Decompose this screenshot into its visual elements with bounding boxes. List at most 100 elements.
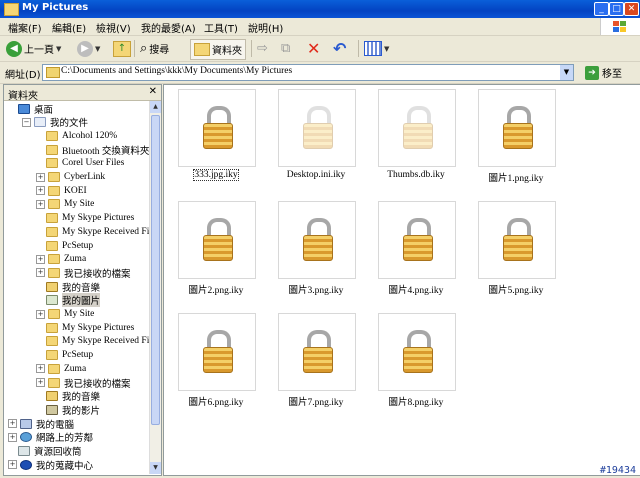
file-item[interactable]: 圖片2.png.iky bbox=[164, 201, 256, 301]
close-panel-icon[interactable]: ✕ bbox=[149, 86, 157, 97]
tree-item[interactable]: + Zuma bbox=[36, 362, 86, 375]
tree-item[interactable]: Alcohol 120% bbox=[36, 129, 117, 142]
views-button[interactable]: ▼ bbox=[364, 39, 389, 58]
views-icon bbox=[364, 41, 382, 56]
maximize-button[interactable]: □ bbox=[609, 2, 624, 16]
tree-item[interactable]: + KOEI bbox=[36, 184, 87, 197]
tree-item[interactable]: + CyberLink bbox=[36, 171, 105, 184]
collapse-icon[interactable]: − bbox=[22, 117, 31, 127]
tree-item[interactable]: Bluetooth 交換資料夾 bbox=[36, 143, 150, 157]
tree-item[interactable]: PcSetup bbox=[36, 239, 93, 252]
tree-item[interactable]: + 我的蒐藏中心 bbox=[8, 458, 94, 472]
tree-item[interactable]: 我的音樂 bbox=[36, 390, 100, 403]
menu-tools[interactable]: 工具(T) bbox=[204, 20, 238, 35]
file-item[interactable]: 圖片7.png.iky bbox=[264, 313, 356, 413]
move-to-button[interactable]: ⇨ bbox=[257, 39, 268, 58]
tree-item[interactable]: + 我的電腦 bbox=[8, 417, 74, 431]
forward-button[interactable]: ▶ ▼ bbox=[77, 39, 100, 58]
file-item[interactable]: 圖片6.png.iky bbox=[164, 313, 256, 413]
go-button[interactable]: ➔ 移至 bbox=[585, 65, 622, 80]
expand-icon[interactable]: + bbox=[36, 268, 45, 278]
expand-icon[interactable]: + bbox=[8, 460, 17, 470]
delete-button[interactable]: ✕ bbox=[307, 39, 320, 58]
copy-to-button[interactable]: ⧉ bbox=[281, 39, 290, 58]
file-item[interactable]: 圖片8.png.iky bbox=[364, 313, 456, 413]
file-item[interactable]: 圖片1.png.iky bbox=[464, 89, 556, 189]
file-item[interactable]: Thumbs.db.iky bbox=[364, 89, 456, 189]
tree-item[interactable]: 資源回收筒 bbox=[8, 445, 82, 458]
tree-item-label: Bluetooth 交換資料夾 bbox=[62, 146, 150, 157]
tree-item[interactable]: Corel User Files bbox=[36, 157, 124, 170]
expand-icon[interactable]: + bbox=[8, 419, 17, 429]
tree-item[interactable]: 我的圖片 bbox=[36, 293, 101, 308]
folders-button[interactable]: 資料夾 bbox=[190, 39, 246, 60]
folder-icon bbox=[48, 267, 60, 278]
file-item[interactable]: Desktop.ini.iky bbox=[264, 89, 356, 189]
up-folder-button[interactable]: ↑ bbox=[113, 39, 131, 58]
move-to-icon: ⇨ bbox=[257, 41, 268, 56]
expand-icon[interactable]: + bbox=[36, 309, 45, 319]
address-input[interactable]: C:\Documents and Settings\kkk\My Documen… bbox=[42, 64, 574, 81]
file-thumbnail bbox=[278, 201, 356, 279]
expand-icon[interactable]: + bbox=[8, 432, 17, 442]
tree-item[interactable]: + My Site bbox=[36, 198, 94, 211]
file-thumbnail bbox=[278, 313, 356, 391]
tree-scrollbar[interactable]: ▲ ▼ bbox=[149, 101, 161, 474]
tree-item[interactable]: + 我已接收的檔案 bbox=[36, 266, 131, 280]
menu-file[interactable]: 檔案(F) bbox=[8, 20, 42, 35]
tree-item[interactable]: 我的影片 bbox=[36, 403, 100, 417]
expand-icon[interactable]: + bbox=[36, 378, 45, 387]
tree-item[interactable]: My Skype Received Files bbox=[36, 225, 160, 238]
expand-icon[interactable]: + bbox=[36, 172, 45, 182]
tree-item-label: My Skype Received Files bbox=[62, 226, 160, 237]
padlock-icon bbox=[203, 106, 233, 150]
tree-item[interactable]: + 我已接收的檔案 bbox=[36, 376, 131, 390]
padlock-icon bbox=[403, 218, 433, 262]
tree-item[interactable]: My Skype Received Files bbox=[36, 335, 160, 348]
file-item[interactable]: 圖片4.png.iky bbox=[364, 201, 456, 301]
scroll-thumb[interactable] bbox=[151, 115, 160, 425]
menu-favorites[interactable]: 我的最愛(A) bbox=[141, 20, 196, 35]
back-button[interactable]: ◀ 上一頁 ▼ bbox=[6, 39, 61, 58]
folder-icon bbox=[46, 336, 58, 347]
menu-view[interactable]: 檢視(V) bbox=[96, 20, 131, 35]
expand-icon[interactable]: + bbox=[36, 364, 45, 374]
expand-icon[interactable]: + bbox=[36, 186, 45, 196]
tree-item[interactable]: − 我的文件 bbox=[22, 116, 88, 129]
pc-icon bbox=[20, 418, 32, 429]
tree-item[interactable]: PcSetup bbox=[36, 349, 93, 362]
menu-help[interactable]: 說明(H) bbox=[248, 20, 283, 35]
tree-item[interactable]: My Skype Pictures bbox=[36, 321, 134, 334]
expand-icon[interactable]: + bbox=[36, 199, 45, 209]
file-item[interactable]: 333.jpg.iky bbox=[164, 89, 256, 189]
undo-button[interactable]: ↶ bbox=[333, 39, 346, 58]
scroll-down-icon[interactable]: ▼ bbox=[150, 462, 161, 474]
up-folder-icon: ↑ bbox=[113, 40, 131, 57]
tree-item[interactable]: + Zuma bbox=[36, 253, 86, 266]
file-item[interactable]: 圖片5.png.iky bbox=[464, 201, 556, 301]
tree-item[interactable]: 我的音樂 bbox=[36, 280, 101, 294]
file-thumbnail bbox=[478, 89, 556, 167]
menu-edit[interactable]: 編輯(E) bbox=[52, 20, 86, 35]
tree-item[interactable]: + 網路上的芳鄰 bbox=[8, 431, 93, 444]
folder-icon bbox=[46, 158, 58, 169]
expand-icon[interactable]: + bbox=[36, 254, 45, 264]
minimize-button[interactable]: _ bbox=[594, 2, 609, 16]
tree-item-label: Corel User Files bbox=[62, 158, 125, 169]
search-button[interactable]: ⌕ 搜尋 bbox=[140, 39, 169, 58]
tree-item-label: 我已接收的檔案 bbox=[64, 269, 131, 280]
scroll-up-icon[interactable]: ▲ bbox=[150, 101, 161, 113]
tree-item[interactable]: + My Site bbox=[36, 308, 94, 321]
tree-item-label: 我的蒐藏中心 bbox=[36, 461, 94, 472]
tree-item[interactable]: 桌面 bbox=[8, 102, 53, 116]
search-label: 搜尋 bbox=[149, 45, 170, 56]
tree-item-label: 我的音樂 bbox=[62, 283, 101, 294]
tree-item[interactable]: My Skype Pictures bbox=[36, 212, 134, 225]
file-item[interactable]: 圖片3.png.iky bbox=[264, 201, 356, 301]
close-button[interactable]: ✕ bbox=[624, 2, 639, 16]
title-bar[interactable]: My Pictures _ □ ✕ bbox=[0, 0, 640, 18]
address-dropdown-icon[interactable]: ▼ bbox=[560, 65, 573, 80]
